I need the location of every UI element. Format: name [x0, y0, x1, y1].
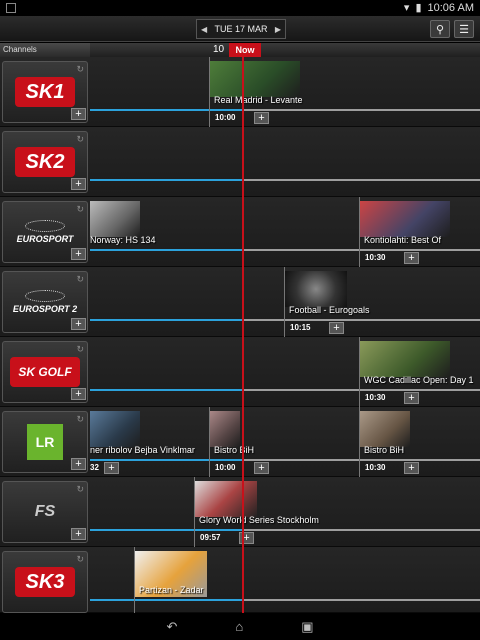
- program-cell[interactable]: [90, 547, 135, 617]
- program-cell[interactable]: Norway: HS 134: [90, 197, 360, 267]
- prev-day-icon[interactable]: ◀: [201, 25, 207, 34]
- status-time: 10:06 AM: [427, 1, 474, 14]
- program-cell[interactable]: Football - Eurogoals 10:15 +: [285, 267, 480, 337]
- channel-row: ↻ SK3 Partizan - Zadar: [0, 547, 480, 617]
- channel-logo-sk1[interactable]: ↻ SK1 +: [2, 61, 88, 123]
- refresh-icon: ↻: [76, 64, 84, 74]
- program-cell[interactable]: [90, 337, 360, 407]
- menu-icon: ☰: [459, 23, 469, 36]
- back-icon[interactable]: ↶: [166, 619, 177, 635]
- add-icon[interactable]: +: [71, 528, 86, 540]
- add-icon[interactable]: +: [329, 322, 344, 334]
- program-cell[interactable]: Glory World Series Stockholm 09:57 +: [195, 477, 480, 547]
- program-cell[interactable]: [90, 267, 285, 337]
- channel-logo-sk-golf[interactable]: ↻ SK GOLF +: [2, 341, 88, 403]
- channels-header: Channels: [0, 43, 90, 57]
- refresh-icon: ↻: [76, 344, 84, 354]
- program-cell[interactable]: [90, 127, 480, 197]
- program-cell[interactable]: Kontiolahti: Best Of 10:30 +: [360, 197, 480, 267]
- add-icon[interactable]: +: [71, 458, 86, 470]
- now-line: [242, 57, 244, 613]
- wifi-icon: ▾: [403, 2, 410, 14]
- channel-row: ↻ SK2 +: [0, 127, 480, 197]
- battery-icon: ▮: [415, 2, 422, 14]
- channel-row: ↻ SK1 + Real Madrid - Levante 10:00 +: [0, 57, 480, 127]
- refresh-icon: ↻: [76, 134, 84, 144]
- channel-logo-sk2[interactable]: ↻ SK2 +: [2, 131, 88, 193]
- add-icon[interactable]: +: [404, 392, 419, 404]
- recent-apps-icon[interactable]: ▣: [301, 619, 313, 635]
- date-selector[interactable]: ◀ TUE 17 MAR ▶: [196, 19, 286, 39]
- refresh-icon: ↻: [76, 414, 84, 424]
- add-icon[interactable]: +: [404, 252, 419, 264]
- channel-logo-eurosport[interactable]: ↻ EUROSPORT +: [2, 201, 88, 263]
- refresh-icon: ↻: [76, 554, 84, 564]
- add-icon[interactable]: +: [71, 388, 86, 400]
- timeline-bar: 10 Now: [90, 43, 480, 57]
- search-button[interactable]: ⚲: [430, 20, 450, 38]
- notification-icon: [6, 3, 16, 13]
- next-day-icon[interactable]: ▶: [275, 25, 281, 34]
- home-icon[interactable]: ⌂: [235, 619, 243, 634]
- program-cell[interactable]: Real Madrid - Levante 10:00 +: [210, 57, 480, 127]
- now-marker: Now: [229, 43, 261, 57]
- menu-button[interactable]: ☰: [454, 20, 474, 38]
- add-icon[interactable]: +: [71, 318, 86, 330]
- refresh-icon: ↻: [76, 274, 84, 284]
- refresh-icon: ↻: [76, 204, 84, 214]
- add-icon[interactable]: +: [71, 248, 86, 260]
- epg-grid: ↻ SK1 + Real Madrid - Levante 10:00 + ↻ …: [0, 57, 480, 617]
- channel-logo-eurosport-2[interactable]: ↻ EUROSPORT 2 +: [2, 271, 88, 333]
- add-icon[interactable]: +: [404, 462, 419, 474]
- hour-label: 10: [213, 44, 225, 55]
- channel-row: ↻ EUROSPORT 2 + Football - Eurogoals 10:…: [0, 267, 480, 337]
- program-cell[interactable]: ner ribolov Bejba Vinklmar 32 +: [90, 407, 210, 477]
- channel-logo-lr[interactable]: ↻ LR +: [2, 411, 88, 473]
- add-icon[interactable]: +: [254, 112, 269, 124]
- program-cell[interactable]: WGC Cadillac Open: Day 1 10:30 +: [360, 337, 480, 407]
- channel-row: ↻ SK GOLF + WGC Cadillac Open: Day 1 10:…: [0, 337, 480, 407]
- android-nav-bar: ↶ ⌂ ▣: [0, 613, 480, 640]
- status-bar: ▾ ▮ 10:06 AM: [0, 0, 480, 16]
- channel-logo-fs[interactable]: ↻ FS +: [2, 481, 88, 543]
- search-icon: ⚲: [435, 23, 445, 36]
- channel-row: ↻ LR + ner ribolov Bejba Vinklmar 32 + B…: [0, 407, 480, 477]
- add-icon[interactable]: +: [71, 178, 86, 190]
- add-icon[interactable]: +: [254, 462, 269, 474]
- channel-row: ↻ FS + Glory World Series Stockholm 09:5…: [0, 477, 480, 547]
- program-cell[interactable]: Partizan - Zadar: [135, 547, 480, 617]
- program-cell[interactable]: Bistro BiH 10:30 +: [360, 407, 480, 477]
- program-cell[interactable]: [90, 57, 210, 127]
- channel-row: ↻ EUROSPORT + Norway: HS 134 Kontiolahti…: [0, 197, 480, 267]
- date-label: TUE 17 MAR: [214, 24, 268, 34]
- refresh-icon: ↻: [76, 484, 84, 494]
- channel-logo-sk3[interactable]: ↻ SK3: [2, 551, 88, 613]
- add-icon[interactable]: +: [104, 462, 119, 474]
- add-icon[interactable]: +: [71, 108, 86, 120]
- program-cell[interactable]: Bistro BiH 10:00 +: [210, 407, 360, 477]
- app-bar: ◀ TUE 17 MAR ▶ ⚲ ☰: [0, 16, 480, 42]
- program-cell[interactable]: [90, 477, 195, 547]
